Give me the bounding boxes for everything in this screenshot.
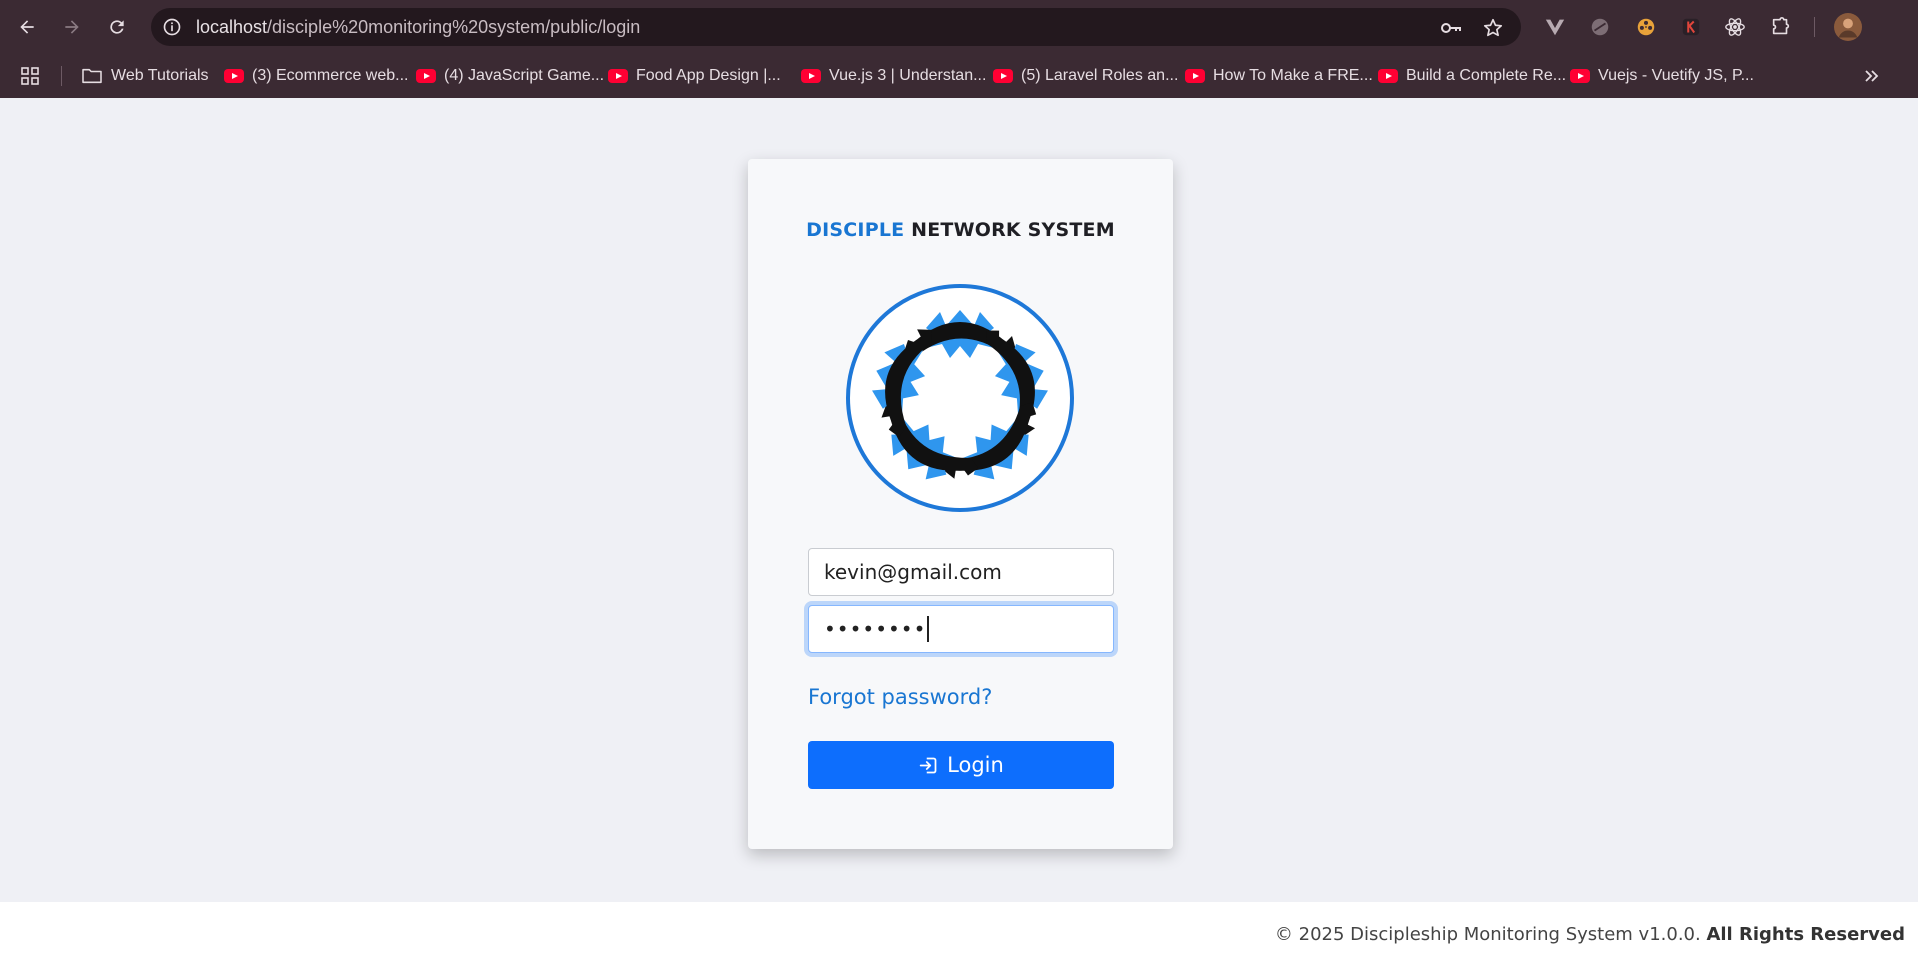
bookmark-javascript-game[interactable]: (4) JavaScript Game...: [416, 63, 604, 89]
bookmark-folder-web-tutorials[interactable]: Web Tutorials: [81, 63, 209, 89]
text-caret: [927, 616, 930, 642]
youtube-icon: [801, 69, 821, 83]
more-bookmarks-button[interactable]: [1862, 63, 1882, 89]
brand-rest: NETWORK SYSTEM: [911, 219, 1115, 241]
react-devtools-icon[interactable]: [1722, 14, 1748, 40]
bookmark-build-complete[interactable]: Build a Complete Re...: [1378, 63, 1566, 89]
double-chevron-right-icon: [1865, 70, 1879, 82]
bookmark-ecommerce[interactable]: (3) Ecommerce web...: [224, 63, 408, 89]
forward-button[interactable]: [55, 10, 89, 44]
login-button[interactable]: Login: [808, 741, 1114, 789]
extensions-puzzle-icon[interactable]: [1768, 14, 1794, 40]
youtube-icon: [993, 69, 1013, 83]
folder-icon: [82, 68, 102, 84]
page-footer: © 2025 Discipleship Monitoring System v1…: [0, 902, 1918, 965]
footer-text: © 2025 Discipleship Monitoring System v1…: [1275, 924, 1905, 945]
bookmark-label: (3) Ecommerce web...: [252, 67, 409, 84]
browser-toolbar: localhost/disciple%20monitoring%20system…: [0, 0, 1918, 54]
toolbar-separator: [1814, 17, 1815, 37]
brand-accent: DISCIPLE: [806, 219, 905, 241]
url-text: localhost/disciple%20monitoring%20system…: [196, 17, 640, 38]
bookmark-label: Web Tutorials: [111, 67, 209, 84]
arrow-right-icon: [65, 20, 79, 34]
profile-avatar[interactable]: [1834, 13, 1862, 41]
login-card: DISCIPLE NETWORK SYSTEM kevin@gmail.com …: [748, 159, 1173, 849]
bookmark-star-icon[interactable]: [1481, 16, 1505, 40]
password-value: ••••••••: [824, 617, 927, 641]
reload-icon: [110, 20, 124, 34]
film-reel-icon[interactable]: [1633, 14, 1659, 40]
brand-title: DISCIPLE NETWORK SYSTEM: [748, 219, 1173, 241]
login-label: Login: [947, 753, 1004, 777]
youtube-icon: [416, 69, 436, 83]
bookmark-vuejs-vuetify[interactable]: Vuejs - Vuetify JS, P...: [1570, 63, 1754, 89]
forgot-password-link[interactable]: Forgot password?: [808, 685, 992, 709]
bookmarks-separator: [61, 66, 62, 86]
bookmark-label: Food App Design |...: [636, 67, 781, 84]
arrow-left-icon: [20, 20, 34, 34]
youtube-icon: [608, 69, 628, 83]
apps-grid-icon: [21, 67, 39, 85]
copyright-text: © 2025 Discipleship Monitoring System v1…: [1274, 924, 1701, 945]
disciple-logo: [846, 284, 1074, 512]
blocked-extension-icon[interactable]: [1587, 14, 1613, 40]
sign-in-icon: [919, 757, 937, 773]
vue-devtools-icon[interactable]: [1542, 14, 1568, 40]
bookmark-label: Vue.js 3 | Understan...: [829, 67, 987, 84]
back-button[interactable]: [10, 10, 44, 44]
youtube-icon: [1570, 69, 1590, 83]
bookmark-vuejs-3[interactable]: Vue.js 3 | Understan...: [801, 63, 986, 89]
url-path: /disciple%20monitoring%20system/public/l…: [267, 17, 641, 37]
password-field[interactable]: ••••••••: [808, 605, 1114, 653]
reload-button[interactable]: [100, 10, 134, 44]
email-value: kevin@gmail.com: [824, 560, 1002, 584]
bookmark-laravel-roles[interactable]: (5) Laravel Roles an...: [993, 63, 1178, 89]
bookmark-how-to-make[interactable]: How To Make a FRE...: [1185, 63, 1373, 89]
bookmark-label: How To Make a FRE...: [1213, 67, 1373, 84]
apps-grid-button[interactable]: [20, 63, 40, 89]
bookmark-label: Vuejs - Vuetify JS, P...: [1598, 67, 1754, 84]
bookmark-label: (4) JavaScript Game...: [444, 67, 605, 84]
bookmark-label: (5) Laravel Roles an...: [1021, 67, 1179, 84]
site-info-icon[interactable]: [161, 16, 183, 38]
youtube-icon: [224, 69, 244, 83]
email-field[interactable]: kevin@gmail.com: [808, 548, 1114, 596]
password-key-icon[interactable]: [1439, 16, 1463, 40]
url-host: localhost: [196, 17, 268, 37]
youtube-icon: [1185, 69, 1205, 83]
bookmarks-bar: Web Tutorials (3) Ecommerce web... (4) J…: [0, 54, 1918, 98]
address-bar[interactable]: localhost/disciple%20monitoring%20system…: [151, 8, 1521, 46]
bookmark-food-app-design[interactable]: Food App Design |...: [608, 63, 781, 89]
bookmark-label: Build a Complete Re...: [1406, 67, 1567, 84]
rights-text: All Rights Reserved: [1706, 924, 1905, 945]
k-extension-icon[interactable]: [1678, 14, 1704, 40]
youtube-icon: [1378, 69, 1398, 83]
